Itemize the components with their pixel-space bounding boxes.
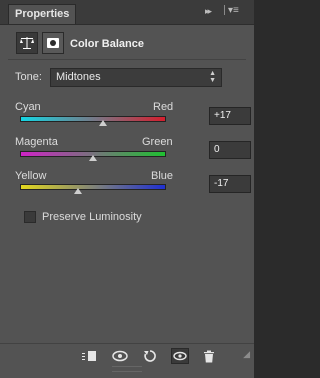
preserve-luminosity-label[interactable]: Preserve Luminosity bbox=[42, 211, 142, 223]
yellow-blue-slider[interactable] bbox=[20, 184, 166, 190]
cyan-label: Cyan bbox=[15, 101, 41, 113]
toggle-visibility-icon[interactable] bbox=[171, 348, 189, 364]
magenta-green-value-field[interactable]: 0 bbox=[209, 141, 251, 159]
blue-label: Blue bbox=[151, 170, 174, 182]
resize-grip-icon[interactable]: ◢ bbox=[243, 349, 250, 360]
view-previous-state-icon[interactable] bbox=[111, 348, 129, 364]
panel-footer bbox=[0, 343, 254, 368]
collapse-panel-icon[interactable]: ▸▸ bbox=[205, 6, 212, 17]
panel-title: Color Balance bbox=[70, 38, 144, 50]
yellow-blue-value-field[interactable]: -17 bbox=[209, 175, 251, 193]
delete-icon[interactable] bbox=[200, 348, 218, 364]
cyan-red-value-field[interactable]: +17 bbox=[209, 107, 251, 125]
properties-header: Color Balance bbox=[8, 28, 244, 62]
tab-properties[interactable]: Properties bbox=[8, 4, 77, 24]
select-arrows-icon: ▲ ▼ bbox=[209, 70, 216, 84]
yellow-label: Yellow bbox=[15, 170, 47, 182]
cyan-red-slider-thumb[interactable] bbox=[99, 120, 108, 126]
tone-select[interactable]: Midtones ▲ ▼ bbox=[50, 68, 222, 87]
cyan-red-slider[interactable] bbox=[20, 116, 166, 122]
clip-to-layer-icon[interactable] bbox=[80, 348, 98, 364]
reset-icon[interactable] bbox=[141, 348, 159, 364]
divider bbox=[8, 59, 246, 60]
yellow-blue-slider-thumb[interactable] bbox=[74, 188, 83, 194]
red-label: Red bbox=[153, 101, 174, 113]
magenta-green-slider-thumb[interactable] bbox=[89, 155, 97, 161]
preserve-luminosity-checkbox[interactable] bbox=[24, 211, 36, 223]
magenta-label: Magenta bbox=[15, 136, 58, 148]
panel-drag-handle[interactable] bbox=[112, 366, 142, 372]
tone-label: Tone: bbox=[15, 71, 42, 83]
tab-bar: Properties ▸▸ ▾≡ bbox=[0, 0, 254, 25]
adjustment-balance-icon[interactable] bbox=[16, 32, 38, 54]
green-label: Green bbox=[142, 136, 173, 148]
properties-panel: Properties ▸▸ ▾≡ Color Balance Tone: Mid… bbox=[0, 0, 254, 378]
layer-mask-icon[interactable] bbox=[42, 32, 64, 54]
panel-menu-icon[interactable]: ▾≡ bbox=[224, 5, 239, 16]
